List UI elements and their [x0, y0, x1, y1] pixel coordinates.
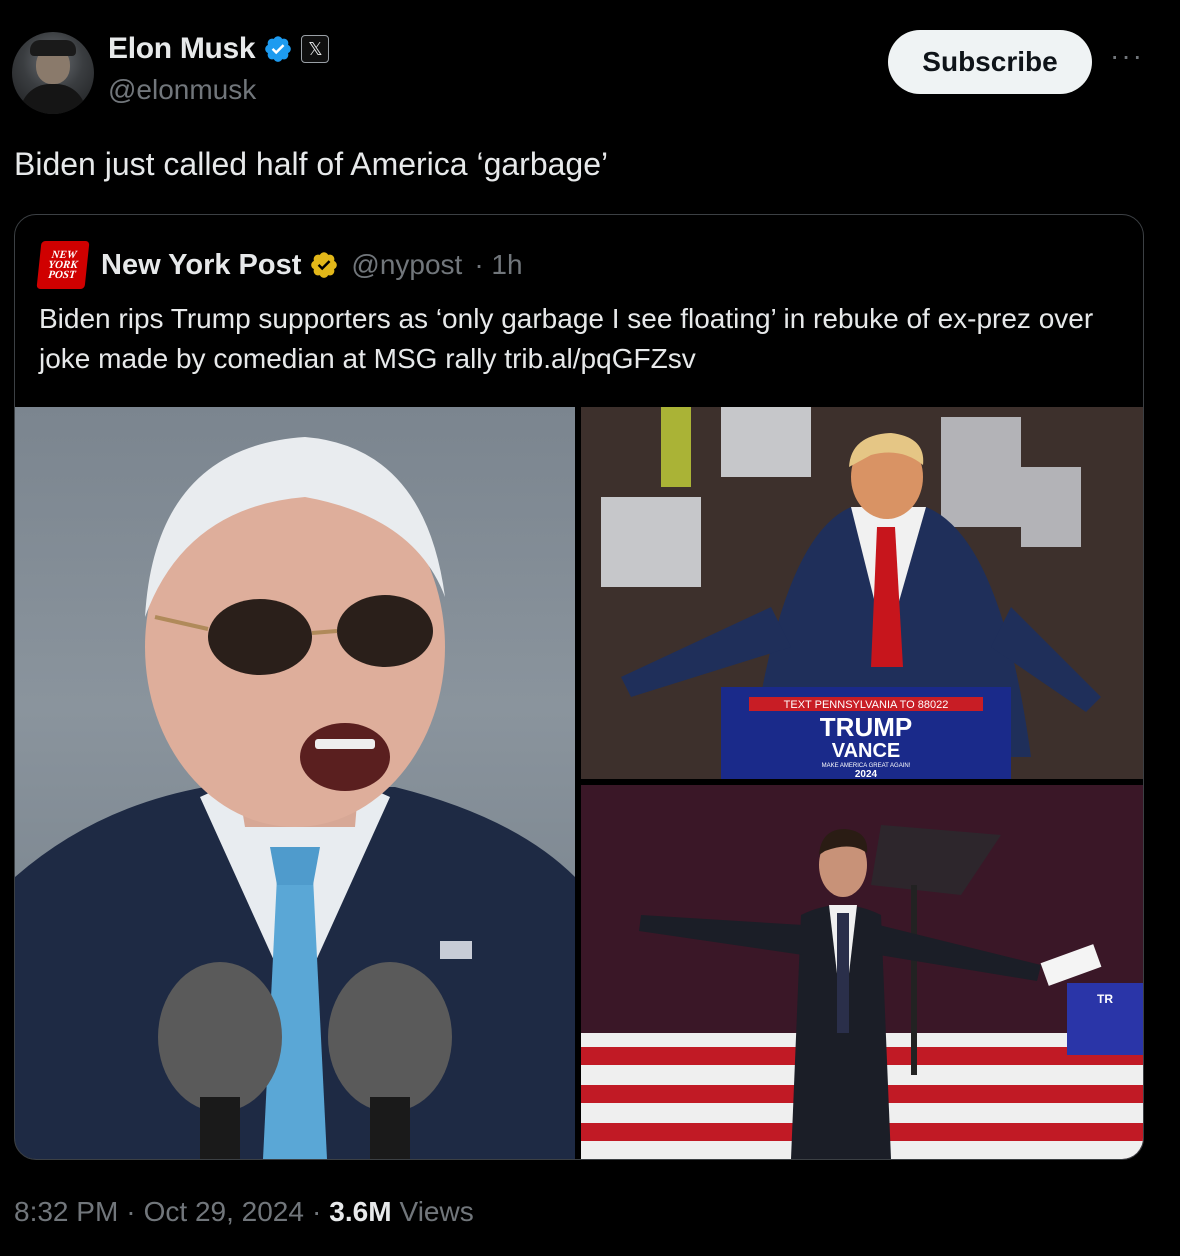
photo-trump-rally[interactable]: TEXT PENNSYLVANIA TO 88022 TRUMP VANCE M… — [581, 407, 1143, 779]
photo-biden-illustration — [15, 437, 575, 1159]
nypost-logo[interactable]: NEW YORK POST — [36, 241, 90, 289]
quote-media-grid[interactable]: TEXT PENNSYLVANIA TO 88022 TRUMP VANCE M… — [15, 407, 1143, 1159]
avatar-body — [20, 84, 86, 114]
photo-comedian-illustration: TR — [581, 785, 1143, 1159]
quote-author-name[interactable]: New York Post — [101, 249, 301, 282]
views-count: 3.6M — [329, 1196, 392, 1227]
quote-timestamp[interactable]: · 1h — [474, 249, 522, 281]
photo-trump-illustration: TEXT PENNSYLVANIA TO 88022 TRUMP VANCE M… — [581, 407, 1143, 779]
gold-verified-badge-icon — [311, 252, 338, 278]
avatar-hat — [30, 40, 76, 56]
x-logo-icon: 𝕏 — [301, 35, 330, 63]
tweet-text: Biden just called half of America ‘garba… — [14, 146, 609, 182]
author-name[interactable]: Elon Musk — [108, 32, 256, 66]
quote-author-handle[interactable]: @nypost — [351, 249, 462, 281]
photo-comedian-msg[interactable]: TR — [581, 785, 1143, 1159]
side-sign-partial: TR — [1097, 992, 1113, 1006]
verified-badge-icon — [265, 36, 292, 62]
podium-sign-line1: TRUMP — [820, 712, 912, 742]
tweet-date[interactable]: Oct 29, 2024 — [144, 1196, 304, 1228]
podium-sign-year: 2024 — [855, 769, 878, 779]
author-handle[interactable]: @elonmusk — [108, 74, 256, 106]
meta-separator-1: · — [126, 1196, 136, 1227]
nypost-logo-line-3: POST — [47, 269, 77, 281]
tweet-time[interactable]: 8:32 PM — [14, 1196, 118, 1228]
subscribe-button[interactable]: Subscribe — [888, 30, 1092, 94]
author-avatar[interactable] — [12, 32, 94, 114]
photo-biden[interactable] — [15, 407, 575, 1159]
more-options-icon[interactable]: ··· — [1110, 40, 1144, 72]
podium-sign-line2: VANCE — [832, 740, 901, 762]
author-name-row: Elon Musk 𝕏 — [108, 32, 330, 66]
tweet-meta: 8:32 PM · Oct 29, 2024 · 3.6M Views — [14, 1196, 474, 1228]
views-label: Views — [399, 1196, 474, 1227]
meta-separator-2: · — [311, 1196, 322, 1227]
quoted-tweet[interactable]: NEW YORK POST New York Post @nypost · 1h… — [14, 214, 1144, 1160]
quote-header: NEW YORK POST New York Post @nypost · 1h — [36, 241, 523, 289]
podium-sign-top: TEXT PENNSYLVANIA TO 88022 — [784, 699, 949, 711]
quote-text: Biden rips Trump supporters as ‘only gar… — [39, 303, 1094, 374]
